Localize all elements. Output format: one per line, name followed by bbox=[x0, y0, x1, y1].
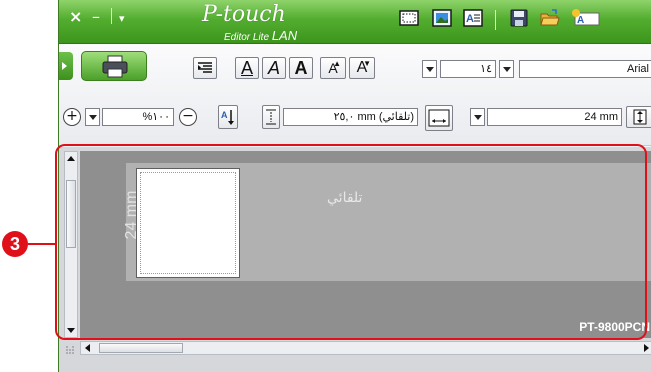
italic-button[interactable]: A bbox=[262, 57, 286, 79]
title-separator bbox=[111, 8, 112, 24]
resize-grip-icon[interactable] bbox=[65, 343, 77, 355]
logo-text: P-touch bbox=[202, 2, 286, 27]
align-right-icon bbox=[198, 62, 212, 73]
font-size-dropdown-left[interactable] bbox=[422, 60, 437, 78]
sidebar-toggle[interactable] bbox=[59, 52, 73, 80]
callout-connector bbox=[28, 243, 56, 245]
close-icon[interactable]: × bbox=[69, 8, 82, 26]
text-box-icon[interactable]: A bbox=[463, 8, 483, 28]
title-bar: × – ▾ P-touch Editor Lite LAN A A bbox=[59, 0, 651, 44]
quick-menu-icon[interactable]: ▾ bbox=[119, 10, 125, 28]
font-name-field[interactable]: Arial bbox=[519, 60, 651, 78]
frame-icon[interactable] bbox=[399, 8, 419, 28]
bold-button[interactable]: A bbox=[289, 57, 313, 79]
toolbar-ribbon: A A A A ▲ A ▼ ١٤ Arial + %١٠٠ − A (تلقائ… bbox=[59, 44, 651, 146]
tape-width-field[interactable]: 24 mm bbox=[487, 108, 622, 126]
app-logo: P-touch Editor Lite LAN bbox=[202, 2, 297, 43]
svg-text:A: A bbox=[221, 110, 228, 120]
svg-text:A: A bbox=[577, 15, 584, 26]
length-mode-button[interactable] bbox=[262, 105, 280, 129]
tape-orientation-button[interactable] bbox=[626, 106, 651, 128]
tape-width-dropdown[interactable] bbox=[470, 108, 485, 126]
zoom-dropdown[interactable] bbox=[85, 108, 100, 126]
scroll-right-icon[interactable] bbox=[644, 344, 649, 352]
tape-length-icon bbox=[428, 109, 450, 127]
logo-subtitle: Editor Lite LAN bbox=[224, 28, 297, 43]
align-button[interactable] bbox=[193, 57, 217, 79]
caret-down-icon: ▼ bbox=[363, 59, 371, 68]
svg-text:A: A bbox=[466, 13, 474, 25]
toolbar-separator bbox=[495, 10, 496, 30]
bold-label: A bbox=[294, 58, 308, 78]
image-icon[interactable] bbox=[432, 8, 452, 28]
printer-icon bbox=[102, 55, 128, 78]
tape-orientation-icon bbox=[633, 109, 646, 125]
underline-label: A bbox=[240, 58, 253, 78]
scroll-left-icon[interactable] bbox=[85, 344, 90, 352]
underline-button[interactable]: A bbox=[235, 57, 259, 79]
horizontal-scrollbar[interactable] bbox=[80, 341, 651, 355]
caret-up-icon: ▲ bbox=[333, 59, 341, 68]
zoom-field[interactable]: %١٠٠ bbox=[102, 108, 174, 126]
length-icon bbox=[266, 109, 276, 125]
font-size-field[interactable]: ١٤ bbox=[440, 60, 496, 78]
open-folder-icon[interactable] bbox=[540, 8, 560, 28]
callout-outline bbox=[55, 144, 647, 340]
decrease-font-button[interactable]: A ▼ bbox=[349, 57, 375, 79]
increase-font-button[interactable]: A ▲ bbox=[320, 57, 346, 79]
label-length-field[interactable]: (تلقائي) mm ٢٥,٠ bbox=[283, 108, 418, 126]
logo-lan: LAN bbox=[271, 28, 298, 43]
callout-number-badge: 3 bbox=[2, 231, 28, 257]
print-button[interactable] bbox=[81, 51, 147, 81]
zoom-in-icon[interactable]: + bbox=[63, 108, 81, 126]
horizontal-scroll-thumb[interactable] bbox=[99, 343, 183, 353]
text-direction-button[interactable]: A bbox=[218, 105, 238, 129]
text-direction-icon: A bbox=[221, 110, 234, 125]
new-label-icon[interactable]: A bbox=[571, 8, 601, 28]
tape-length-button[interactable] bbox=[425, 105, 453, 131]
italic-label: A bbox=[267, 58, 280, 78]
zoom-out-icon[interactable]: − bbox=[179, 108, 197, 126]
save-icon[interactable] bbox=[509, 8, 529, 28]
font-size-dropdown[interactable] bbox=[499, 60, 514, 78]
minimize-icon[interactable]: – bbox=[92, 8, 100, 26]
logo-edition: Editor Lite bbox=[224, 32, 270, 43]
